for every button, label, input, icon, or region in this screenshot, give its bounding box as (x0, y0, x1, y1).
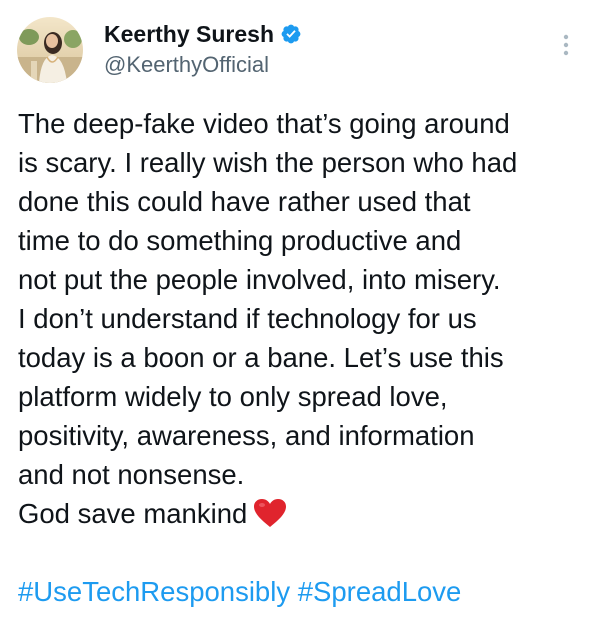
vertical-ellipsis-icon (563, 34, 569, 56)
tweet-text-line: done this could have rather used that (18, 186, 471, 217)
avatar[interactable] (17, 17, 83, 83)
hashtag-link[interactable]: #SpreadLove (298, 576, 462, 607)
tweet-text-line: not put the people involved, into misery… (18, 264, 501, 295)
tweet-text-line: I don’t understand if technology for us (18, 303, 477, 334)
verified-badge-icon (280, 23, 302, 45)
display-name[interactable]: Keerthy Suresh (104, 21, 274, 48)
hashtag-link[interactable]: #UseTechResponsibly (18, 576, 290, 607)
tweet-text-line: positivity, awareness, and information (18, 420, 475, 451)
tweet-text-segment: God save mankind (18, 498, 248, 529)
tweet-text-line: time to do something productive and (18, 225, 462, 256)
tweet-text-line: is scary. I really wish the person who h… (18, 147, 518, 178)
tweet-text-line: and not nonsense. (18, 459, 245, 490)
hashtag-row: #UseTechResponsibly #SpreadLove (18, 572, 461, 611)
tweet-text-line: today is a boon or a bane. Let’s use thi… (18, 342, 504, 373)
tweet-text-line-last: God save mankind (18, 494, 593, 533)
more-options-button[interactable] (556, 30, 576, 60)
red-heart-icon (253, 498, 287, 528)
author-handle[interactable]: @KeerthyOfficial (104, 52, 269, 78)
tweet-card: Keerthy Suresh @KeerthyOfficial The deep… (0, 0, 600, 629)
profile-photo-icon (17, 17, 83, 83)
tweet-text: The deep-fake video that’s going around … (18, 104, 593, 533)
tweet-text-line: The deep-fake video that’s going around (18, 108, 510, 139)
author-name-row: Keerthy Suresh (104, 18, 302, 50)
tweet-text-line: platform widely to only spread love, (18, 381, 448, 412)
